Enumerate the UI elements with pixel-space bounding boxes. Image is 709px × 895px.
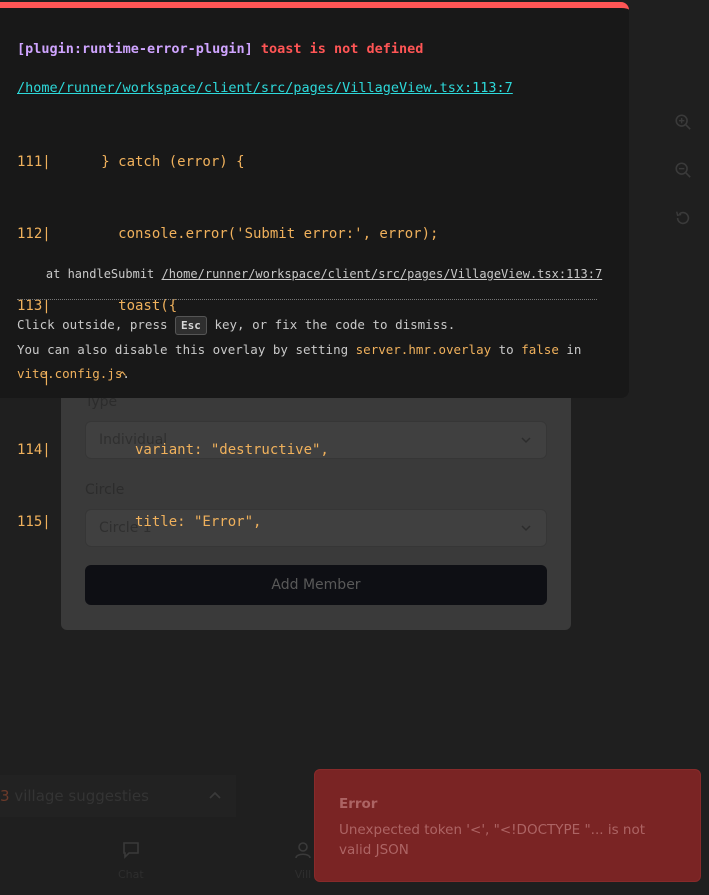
tip-code: server.hmr.overlay: [355, 342, 492, 357]
error-toast[interactable]: Error Unexpected token '<', "<!DOCTYPE "…: [314, 769, 701, 882]
reset-icon[interactable]: [669, 204, 697, 232]
error-stack: at handleSubmit /home/runner/workspace/c…: [17, 267, 602, 281]
code-line: 111| } catch (error) {: [17, 154, 245, 170]
overlay-tip: Click outside, press Esc key, or fix the…: [17, 313, 597, 386]
suggestions-text: 3 village suggesties: [0, 787, 149, 805]
esc-key: Esc: [175, 316, 207, 335]
tip-code: vite.config.js: [17, 366, 123, 381]
tip-line-2: You can also disable this overlay by set…: [17, 338, 597, 386]
tip-line-1: Click outside, press Esc key, or fix the…: [17, 313, 597, 338]
zoom-in-icon[interactable]: [669, 108, 697, 136]
nav-item-village[interactable]: Vill: [293, 840, 313, 881]
toast-title: Error: [339, 796, 378, 812]
stack-file-link[interactable]: /home/runner/workspace/client/src/pages/…: [162, 267, 603, 281]
suggestions-label: village suggesties: [14, 787, 149, 805]
error-message: toast is not defined: [260, 41, 424, 57]
tip-text: in: [558, 342, 582, 357]
village-suggestions-toggle[interactable]: 3 village suggesties: [0, 775, 236, 817]
zoom-out-icon[interactable]: [669, 156, 697, 184]
chevron-up-icon: [209, 791, 221, 799]
chat-icon: [123, 842, 139, 859]
nav-label-chat: Chat: [118, 868, 144, 881]
error-overlay[interactable]: [plugin:runtime-error-plugin] toast is n…: [0, 2, 629, 530]
error-title: [plugin:runtime-error-plugin] toast is n…: [17, 41, 423, 57]
nav-label-village: Vill: [294, 868, 312, 881]
tip-text: .: [122, 366, 130, 381]
tip-code: false: [521, 342, 559, 357]
chevron-down-icon: [521, 437, 531, 444]
overlay-divider: [17, 299, 597, 300]
code-line: 112| console.error('Submit error:', erro…: [17, 226, 439, 242]
chevron-down-icon: [521, 525, 531, 532]
toast-description: Unexpected token '<', "<!DOCTYPE "... is…: [339, 822, 646, 858]
suggestions-count: 3: [0, 787, 10, 805]
user-icon: [295, 842, 311, 859]
code-line: 115| title: "Error",: [17, 514, 262, 530]
tip-text: You can also disable this overlay by set…: [17, 342, 356, 357]
error-plugin: [plugin:runtime-error-plugin]: [17, 41, 253, 57]
tip-text: key, or fix the code to dismiss.: [206, 317, 456, 332]
code-line: 114| variant: "destructive",: [17, 442, 329, 458]
map-controls: [669, 108, 697, 252]
tip-text: to: [491, 342, 522, 357]
error-file-link[interactable]: /home/runner/workspace/client/src/pages/…: [17, 80, 513, 96]
tip-text: Click outside, press: [17, 317, 176, 332]
nav-item-chat[interactable]: Chat: [118, 840, 144, 881]
stack-prefix: at handleSubmit: [17, 267, 162, 281]
